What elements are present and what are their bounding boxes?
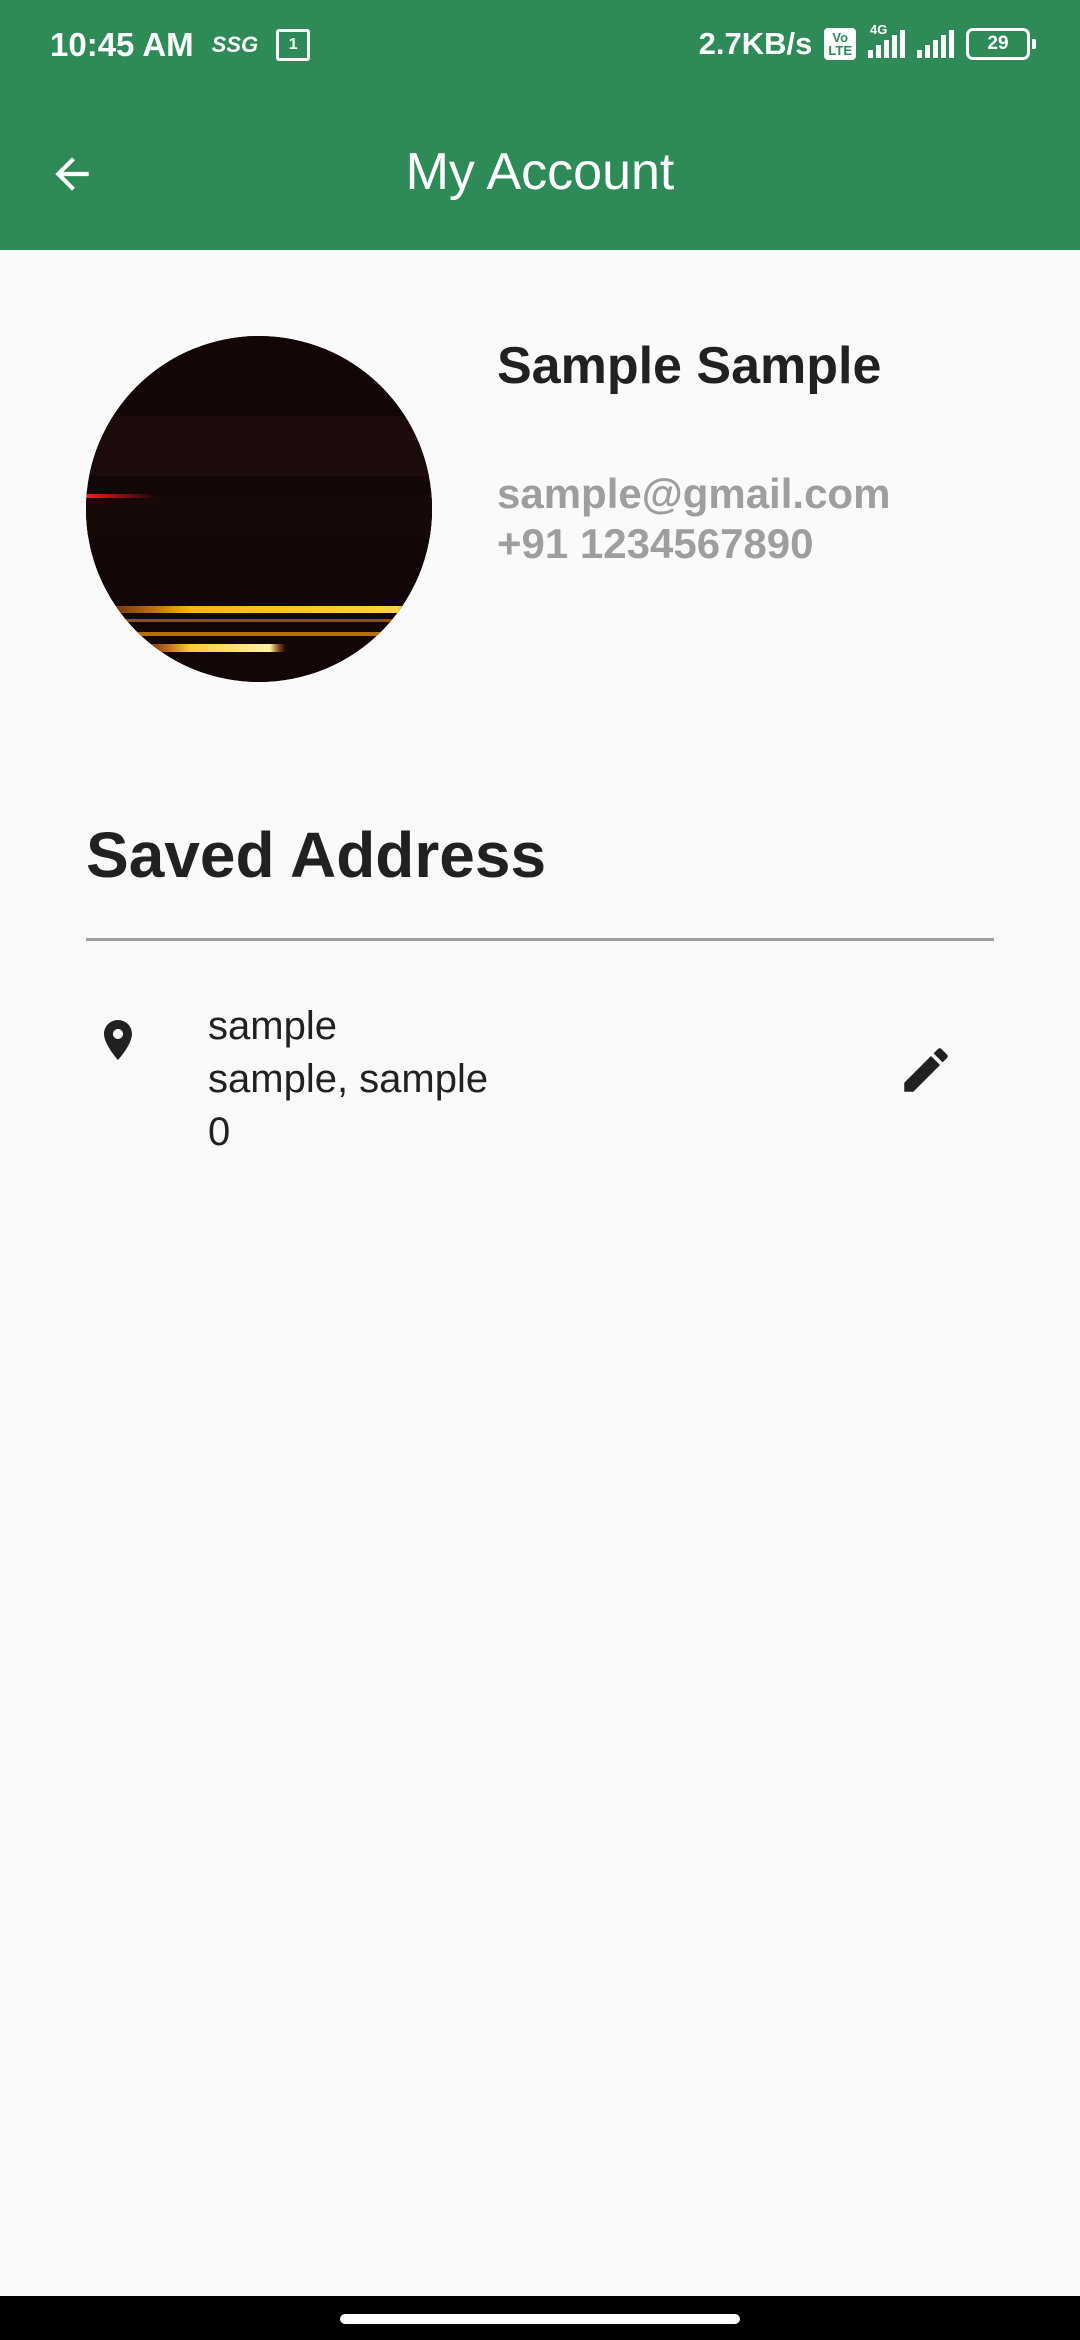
home-indicator[interactable]: [340, 2314, 740, 2324]
calendar-icon: 1: [276, 29, 311, 61]
network-speed: 2.7KB/s: [698, 26, 813, 61]
battery-level: 29: [966, 28, 1030, 60]
profile-name: Sample Sample: [497, 337, 882, 395]
signal-4g-icon: 4G: [868, 22, 905, 58]
address-text: sample sample, sample 0: [208, 1000, 488, 1159]
address-line-1: sample: [208, 1004, 337, 1048]
network-type-label: 4G: [870, 22, 888, 37]
status-right-group: 2.7KB/s Vo LTE 4G 29: [698, 22, 1036, 62]
status-left-group: 10:45 AM SSG 1: [50, 26, 311, 64]
address-line-2: sample, sample: [208, 1057, 489, 1101]
address-line-3: 0: [208, 1110, 231, 1154]
my-account-screen: 10:45 AM SSG 1 2.7KB/s Vo LTE 4G 29 My A…: [0, 0, 1080, 2340]
saved-address-title: Saved Address: [86, 819, 547, 891]
profile-email: sample@gmail.com: [497, 470, 891, 517]
app-bar: My Account: [0, 96, 1080, 250]
battery-icon: 29: [966, 28, 1036, 60]
address-list-item[interactable]: sample sample, sample 0: [86, 1000, 994, 1170]
avatar-image: [86, 336, 432, 682]
status-time: 10:45 AM: [50, 26, 194, 63]
section-divider: [86, 938, 994, 941]
status-bar: 10:45 AM SSG 1 2.7KB/s Vo LTE 4G 29: [0, 0, 1080, 96]
signal-bars-2-icon: [917, 30, 954, 58]
edit-address-button[interactable]: [894, 1038, 958, 1102]
page-title: My Account: [405, 143, 675, 201]
location-pin-icon: [104, 1020, 132, 1060]
edit-pencil-icon: [904, 1048, 948, 1092]
volte-icon: Vo LTE: [824, 28, 856, 60]
battery-tip: [1032, 39, 1036, 49]
ssg-indicator: SSG: [211, 32, 259, 57]
profile-avatar: [86, 336, 432, 682]
profile-phone: +91 1234567890: [497, 520, 814, 567]
